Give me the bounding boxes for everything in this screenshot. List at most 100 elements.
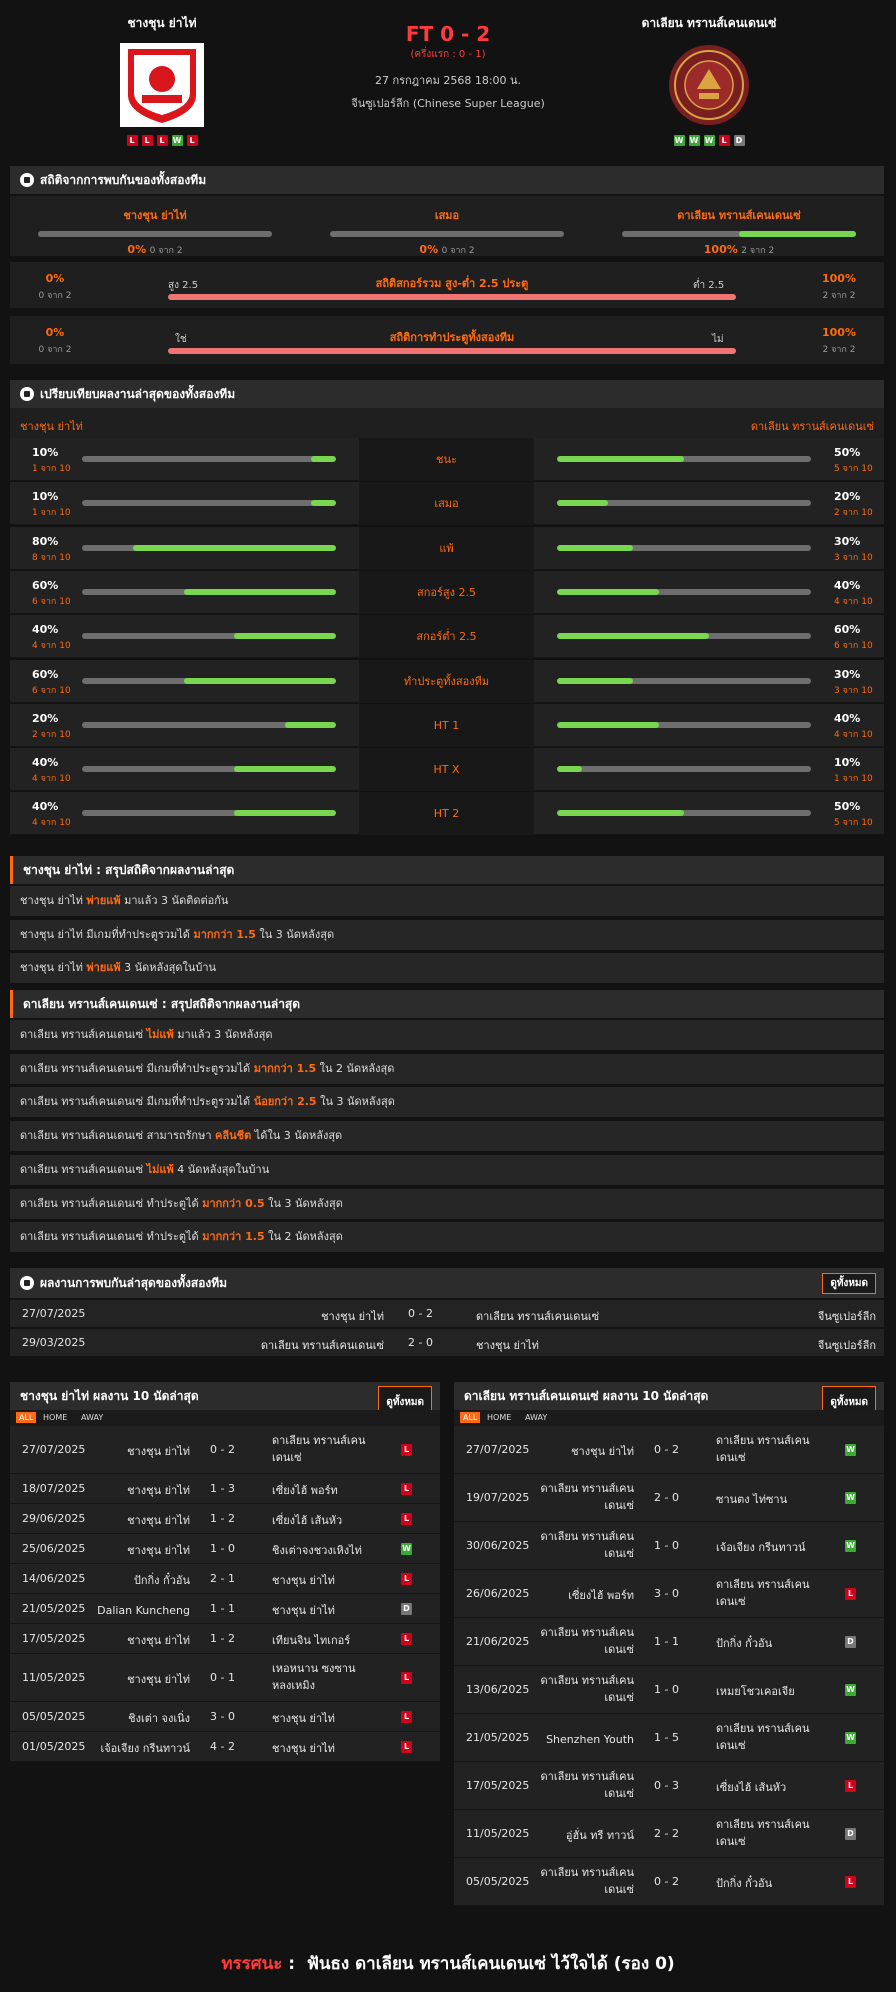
home-team[interactable]: ชางชุน ย่าไท่ [127, 1512, 190, 1529]
bt-title: สถิติการทำประตูทั้งสองทีม [389, 331, 515, 344]
away-team[interactable]: เจ้อเจียง กรีนทาวน์ [716, 1539, 806, 1556]
away-team[interactable]: ชางชุน ย่าไท่ [272, 1740, 335, 1757]
away-team[interactable]: เซี่ยงไฮ้ เส้นหัว [272, 1512, 342, 1529]
away-team[interactable]: ปักกิ่ง กั๋วอัน [716, 1635, 772, 1652]
home-team[interactable]: ดาเลียน ทรานส์เคนเดนเซ่ [541, 1864, 635, 1898]
tab-home[interactable]: HOME [40, 1412, 70, 1423]
match-row[interactable]: 27/07/2025 ชางชุน ย่าไท่ 0 - 2 ดาเลียน ทราน… [10, 1426, 440, 1474]
away-team[interactable]: ชิงเต่าจงชวงเหิงไท่ [272, 1542, 362, 1559]
match-row[interactable]: 11/05/2025 ชางชุน ย่าไท่ 0 - 1 เหอหนาน ซงซา… [10, 1654, 440, 1702]
summary-highlight: น้อยกว่า 2.5 [253, 1095, 317, 1109]
match-row[interactable]: 19/07/2025 ดาเลียน ทรานส์เคน เดนเซ่ 2 - 0 ซา… [454, 1474, 884, 1522]
home-team[interactable]: อู่ฮั่น ทรี ทาวน์ [566, 1827, 634, 1844]
home-team[interactable]: ดาเลียน ทรานส์เคนเดนเซ่ [541, 1624, 635, 1658]
h2h-row[interactable]: 29/03/2025 ดาเลียน ทรานส์เคนเดนเซ่ 2 - 0 ชา… [10, 1329, 884, 1356]
home-team[interactable]: เจ้อเจียง กรีนทาวน์ [100, 1740, 190, 1757]
summary-row: ชางชุน ย่าไท่ พ่ายแพ้ มาแล้ว 3 นัดติดต่อ… [10, 886, 884, 916]
match-row[interactable]: 30/06/2025 ดาเลียน ทรานส์เคน เดนเซ่ 1 - 0 เจ… [454, 1522, 884, 1570]
home-team[interactable]: ชางชุน ย่าไท่ [127, 1671, 190, 1688]
match-row[interactable]: 05/05/2025 ดาเลียน ทรานส์เคน เดนเซ่ 0 - 2 ปั… [454, 1858, 884, 1906]
match-row[interactable]: 25/06/2025 ชางชุน ย่าไท่ 1 - 0 ชิงเต่าจงชวง… [10, 1534, 440, 1564]
away-team[interactable]: เหมยโชวเคอเจีย [716, 1683, 795, 1700]
home-team[interactable]: ชางชุน ย่าไท่ [321, 1307, 384, 1325]
away-team[interactable]: ชางชุน ย่าไท่ [272, 1710, 335, 1727]
tab-away[interactable]: AWAY [522, 1412, 550, 1423]
section-title: ดาเลียน ทรานส์เคนเดนเซ่ : สรุปสถิติจากผล… [23, 996, 301, 1011]
stat-label: HT X [359, 748, 534, 792]
away-team[interactable]: ชางชุน ย่าไท่ [272, 1572, 335, 1589]
home-team[interactable]: ชิงเต่า จงเนิ่ง [128, 1710, 190, 1727]
tab-home[interactable]: HOME [484, 1412, 514, 1423]
match-row[interactable]: 26/06/2025 เซี่ยงไฮ้ พอร์ท 3 - 0 ดาเลียน ทร… [454, 1570, 884, 1618]
tab-all[interactable]: ALL [460, 1412, 481, 1423]
home-team[interactable]: ชางชุน ย่าไท่ [571, 1443, 634, 1460]
result-badge: L [845, 1780, 856, 1792]
home-team[interactable]: ปักกิ่ง กั๋วอัน [134, 1572, 190, 1589]
home-team[interactable]: Dalian Kuncheng [97, 1602, 190, 1619]
summary-highlight: มากกว่า 0.5 [202, 1196, 265, 1210]
left-count: 6 จาก 10 [32, 596, 71, 607]
away-team[interactable]: ซานตง ไท่ซาน [716, 1491, 787, 1508]
match-row[interactable]: 27/07/2025 ชางชุน ย่าไท่ 0 - 2 ดาเลียน ทราน… [454, 1426, 884, 1474]
away-team[interactable]: เซี่ยงไฮ้ พอร์ท [272, 1482, 338, 1499]
h2h-result-panel: ชางชุน ย่าไท่ 0% 0 จาก 2 เสมอ 0% 0 จาก 2… [10, 196, 884, 256]
h2h-away-bar [622, 231, 856, 237]
h2h-row[interactable]: 27/07/2025 ชางชุน ย่าไท่ 0 - 2 ดาเลียน ทราน… [10, 1300, 884, 1327]
tab-away[interactable]: AWAY [78, 1412, 106, 1423]
left-pct: 60% [32, 667, 59, 681]
right-count: 1 จาก 10 [834, 774, 873, 785]
match-row[interactable]: 05/05/2025 ชิงเต่า จงเนิ่ง 3 - 0 ชางชุน ย่า… [10, 1702, 440, 1732]
home-form: L L L W L [52, 135, 272, 146]
home-team-name[interactable]: ชางชุน ย่าไท่ [52, 14, 272, 33]
away-team[interactable]: ดาเลียน ทรานส์เคนเดนเซ่ [476, 1307, 599, 1325]
home-team[interactable]: ดาเลียน ทรานส์เคนเดนเซ่ [261, 1336, 384, 1354]
match-row[interactable]: 21/05/2025 Dalian Kuncheng 1 - 1 ชางชุน ย่า… [10, 1594, 440, 1624]
match-row[interactable]: 21/05/2025 Shenzhen Youth 1 - 5 ดาเลียน ทรา… [454, 1714, 884, 1762]
away-team[interactable]: ดาเลียน ทรานส์เคนเดนเซ่ [716, 1816, 810, 1850]
home-team[interactable]: ดาเลียน ทรานส์เคนเดนเซ่ [541, 1768, 635, 1802]
away-team[interactable]: ดาเลียน ทรานส์เคนเดนเซ่ [716, 1720, 810, 1754]
home-team[interactable]: ดาเลียน ทรานส์เคนเดนเซ่ [541, 1528, 635, 1562]
match-row[interactable]: 14/06/2025 ปักกิ่ง กั๋วอัน 2 - 1 ชางชุน ย่า… [10, 1564, 440, 1594]
home-team[interactable]: ดาเลียน ทรานส์เคนเดนเซ่ [541, 1672, 635, 1706]
summary-text: ชางชุน ย่าไท่ มีเกมที่ทำประตูรวมได้ [20, 927, 194, 941]
match-row[interactable]: 18/07/2025 ชางชุน ย่าไท่ 1 - 3 เซี่ยงไฮ้ พอ… [10, 1474, 440, 1504]
stat-label: ทำประตูทั้งสองทีม [359, 659, 534, 703]
match-row[interactable]: 13/06/2025 ดาเลียน ทรานส์เคน เดนเซ่ 1 - 0 เห… [454, 1666, 884, 1714]
away-team[interactable]: ชางชุน ย่าไท่ [476, 1336, 539, 1354]
right-pct: 40% [834, 711, 861, 725]
home-team[interactable]: ดาเลียน ทรานส์เคนเดนเซ่ [541, 1480, 635, 1514]
match-row[interactable]: 17/05/2025 ชางชุน ย่าไท่ 1 - 2 เทียนจิน ไทเ… [10, 1624, 440, 1654]
tab-all[interactable]: ALL [16, 1412, 37, 1423]
filter-tabs: ALL HOME AWAY [454, 1410, 884, 1426]
home-team[interactable]: เซี่ยงไฮ้ พอร์ท [568, 1587, 634, 1604]
summary-highlight: ไม่แพ้ [146, 1028, 174, 1041]
view-all-button[interactable]: ดูทั้งหมด [822, 1273, 876, 1294]
home-team[interactable]: ชางชุน ย่าไท่ [127, 1482, 190, 1499]
away-team[interactable]: ดาเลียน ทรานส์เคนเดนเซ่ [716, 1432, 810, 1466]
match-row[interactable]: 11/05/2025 อู่ฮั่น ทรี ทาวน์ 2 - 2 ดาเลียน … [454, 1810, 884, 1858]
away-team[interactable]: เทียนจิน ไทเกอร์ [272, 1632, 350, 1649]
home-team[interactable]: ชางชุน ย่าไท่ [127, 1443, 190, 1460]
away-team[interactable]: เหอหนาน ซงซาน หลงเหมิง [272, 1660, 356, 1694]
away-team[interactable]: ชางชุน ย่าไท่ [272, 1602, 335, 1619]
away-team[interactable]: ปักกิ่ง กั๋วอัน [716, 1875, 772, 1892]
home-team[interactable]: ชางชุน ย่าไท่ [127, 1542, 190, 1559]
form-badge: W [703, 135, 715, 146]
away-team-name[interactable]: ดาเลียน ทรานส์เคนเดนเซ่ [599, 14, 819, 33]
away-team[interactable]: ดาเลียน ทรานส์เคนเดนเซ่ [716, 1576, 810, 1610]
summary-highlight: คลีนชีต [215, 1129, 252, 1143]
away-team[interactable]: ดาเลียน ทรานส์เคนเดนเซ่ [272, 1432, 366, 1466]
league-name[interactable]: จีนซูเปอร์ลีก (Chinese Super League) [300, 94, 596, 112]
right-bar [557, 633, 811, 640]
home-team[interactable]: Shenzhen Youth [546, 1731, 634, 1748]
section-title: สถิติจากการพบกันของทั้งสองทีม [40, 172, 207, 187]
match-row[interactable]: 29/06/2025 ชางชุน ย่าไท่ 1 - 2 เซี่ยงไฮ้ เส… [10, 1504, 440, 1534]
home-team[interactable]: ชางชุน ย่าไท่ [127, 1632, 190, 1649]
match-row[interactable]: 01/05/2025 เจ้อเจียง กรีนทาวน์ 4 - 2 ชางชุน… [10, 1732, 440, 1762]
match-row[interactable]: 17/05/2025 ดาเลียน ทรานส์เคน เดนเซ่ 0 - 3 เซ… [454, 1762, 884, 1810]
summary-text: ดาเลียน ทรานส์เคนเดนเซ่ มีเกมที่ทำประตูร… [20, 1061, 254, 1075]
match-row[interactable]: 21/06/2025 ดาเลียน ทรานส์เคน เดนเซ่ 1 - 1 ปั… [454, 1618, 884, 1666]
away-team[interactable]: เซี่ยงไฮ้ เส้นหัว [716, 1779, 786, 1796]
ou-right-label: ต่ำ 2.5 [693, 280, 725, 291]
